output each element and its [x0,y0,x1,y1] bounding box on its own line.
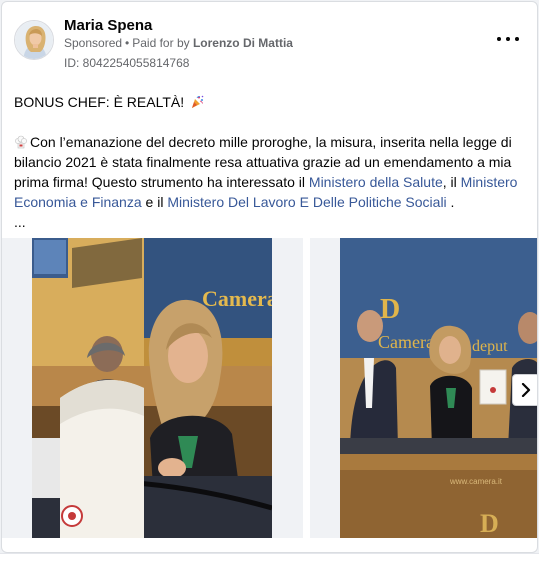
author-name[interactable]: Maria Spena [64,17,152,34]
body-text-4: . [446,194,455,210]
more-horizontal-icon-dot [506,37,510,41]
camera-sign-text: Camera [202,286,272,311]
post-header: Maria Spena Sponsored • Paid for by Lorenz… [14,16,525,72]
more-options-button[interactable] [497,32,519,46]
party-popper-icon [192,95,204,108]
sponsored-line: Sponsored • Paid for by Lorenzo Di Mattia [64,36,293,50]
link-ministero-lavoro[interactable]: Ministero Del Lavoro E Delle Politiche S… [167,194,446,210]
body-text-3: e il [141,194,168,210]
svg-text:D: D [480,509,499,538]
post-headline: BONUS CHEF: È REALTÀ! [14,92,529,112]
separator-dot: • [125,36,130,50]
avatar[interactable] [14,20,54,60]
carousel-image-2[interactable]: D Camera deput www.camera.it D [340,238,537,538]
headline-text: BONUS CHEF: È REALTÀ! [14,94,185,110]
ad-post-card: Maria Spena Sponsored • Paid for by Lorenz… [1,1,538,553]
post-text: BONUS CHEF: È REALTÀ! Con l’emanazione d… [14,92,529,232]
chef-hat-icon [15,135,27,149]
paid-for-prefix: Paid for by [132,36,190,50]
camera-sign-right: deput [472,338,508,355]
more-horizontal-icon-dot [515,37,519,41]
link-ministero-salute[interactable]: Ministero della Salute [309,174,443,190]
slide-1-photo: Camera [32,238,272,538]
image-carousel: Camera D Camera deput www.camera.it D [2,238,537,538]
next-card-edge [0,553,539,561]
svg-text:D: D [380,294,400,325]
see-more-ellipsis[interactable]: ... [14,212,529,232]
camera-sign-left: Camera [378,332,434,352]
payer-name: Lorenzo Di Mattia [192,36,293,50]
carousel-next-button[interactable] [512,374,537,406]
sponsored-label[interactable]: Sponsored [64,36,122,50]
chevron-right-icon [521,383,531,397]
slide-2-photo: D Camera deput www.camera.it D [340,238,537,538]
post-paragraph: Con l’emanazione del decreto mille proro… [14,132,529,212]
carousel-image-1[interactable]: Camera [32,238,272,538]
camera-url-text: www.camera.it [449,477,503,486]
ad-id: ID: 8042254055814768 [64,56,190,70]
more-horizontal-icon [497,37,501,41]
body-text-2: , il [442,174,461,190]
